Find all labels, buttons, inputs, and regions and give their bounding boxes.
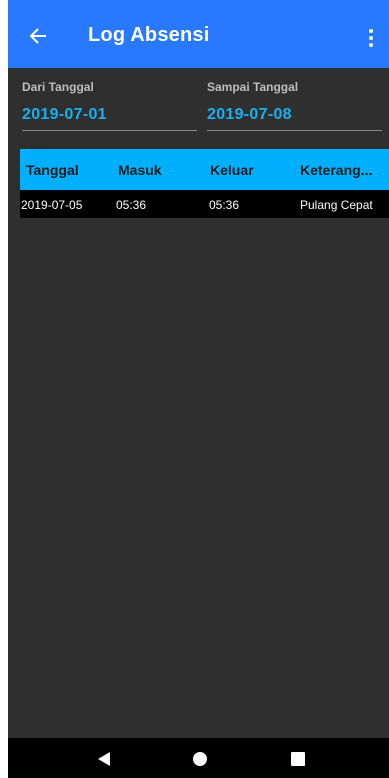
- from-date-underline: [22, 130, 197, 131]
- cell-keluar: 05:36: [209, 198, 240, 212]
- to-date-underline: [207, 130, 382, 131]
- nav-back-button[interactable]: [95, 750, 113, 768]
- table-row[interactable]: 2019-07-05 05:36 05:36 Pulang Cepat: [20, 190, 389, 218]
- column-header-tanggal[interactable]: Tanggal: [26, 162, 79, 178]
- to-date-value[interactable]: 2019-07-08: [207, 106, 382, 124]
- system-nav-bar: [8, 738, 389, 778]
- menu-dot: [369, 36, 373, 40]
- circle-home-icon: [193, 752, 207, 766]
- back-button[interactable]: [24, 22, 52, 50]
- from-date-field[interactable]: Dari Tanggal 2019-07-01: [22, 80, 197, 131]
- cell-masuk: 05:36: [116, 198, 147, 212]
- app-bar: Log Absensi: [8, 0, 389, 68]
- app-screen: Log Absensi Dari Tanggal 2019-07-01 Samp…: [8, 0, 389, 778]
- column-header-masuk[interactable]: Masuk: [118, 162, 162, 178]
- to-date-label: Sampai Tanggal: [207, 80, 299, 94]
- cell-keterangan: Pulang Cepat: [300, 198, 373, 212]
- column-header-keterangan[interactable]: Keterang...: [300, 162, 372, 178]
- cell-tanggal: 2019-07-05: [21, 198, 83, 212]
- column-header-keluar[interactable]: Keluar: [210, 162, 254, 178]
- attendance-table: Tanggal Masuk Keluar Keterang... 2019-07…: [20, 149, 389, 218]
- from-date-label: Dari Tanggal: [22, 80, 94, 94]
- overflow-menu-button[interactable]: [361, 26, 381, 50]
- nav-home-button[interactable]: [191, 750, 209, 768]
- arrow-left-icon: [29, 28, 46, 44]
- from-date-value[interactable]: 2019-07-01: [22, 106, 197, 124]
- table-header: Tanggal Masuk Keluar Keterang...: [20, 149, 389, 190]
- nav-recents-button[interactable]: [289, 750, 307, 768]
- square-recents-icon: [291, 752, 305, 766]
- more-vertical-icon: [369, 29, 373, 33]
- page-title: Log Absensi: [88, 24, 210, 46]
- to-date-field[interactable]: Sampai Tanggal 2019-07-08: [207, 80, 382, 131]
- triangle-back-icon: [98, 752, 110, 766]
- menu-dot: [369, 43, 373, 47]
